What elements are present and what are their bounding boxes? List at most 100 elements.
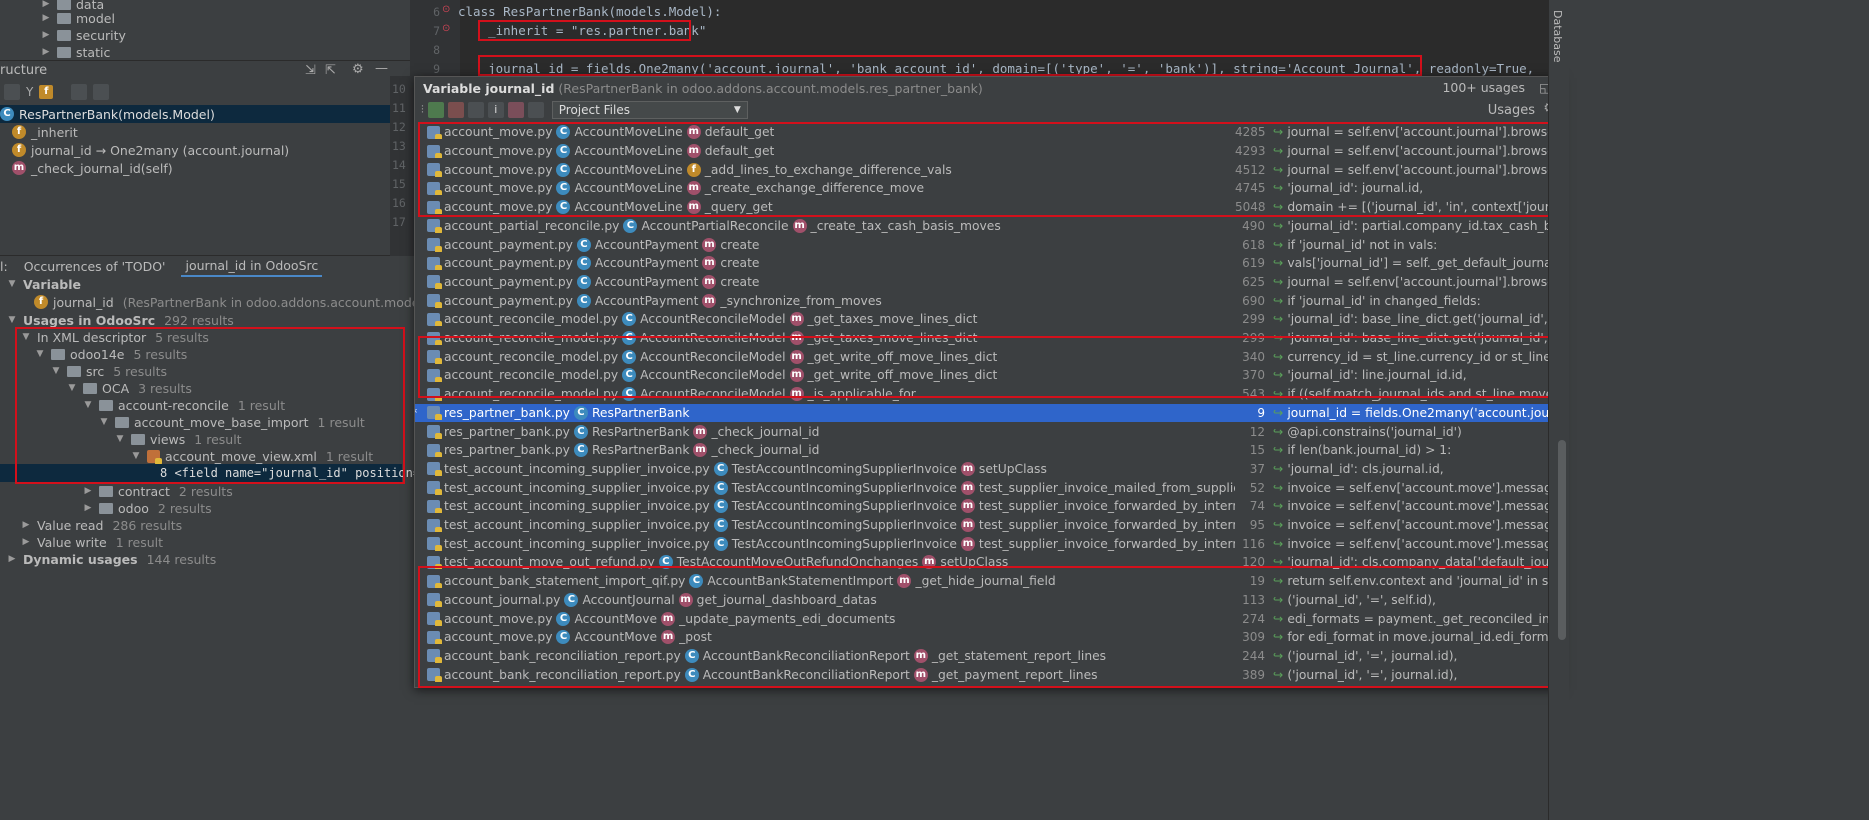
tree-account-reconcile[interactable]: ▼ account-reconcile 1 result xyxy=(82,396,286,414)
structure-member-check-journal[interactable]: m _check_journal_id(self) xyxy=(12,159,173,177)
usages-popup[interactable]: Variable journal_id (ResPartnerBank in o… xyxy=(414,76,1565,688)
tree-account-move-base-import[interactable]: ▼ account_move_base_import 1 result xyxy=(98,413,365,431)
tab-journal-id-in-odoosrc[interactable]: journal_id in OdooSrc xyxy=(181,256,323,277)
tree-account-move-view-xml[interactable]: ▼ account_move_view.xml 1 result xyxy=(130,447,373,465)
merge-icon[interactable]: ⫶ xyxy=(421,103,424,117)
tab-occurrences-todo[interactable]: Occurrences of 'TODO' xyxy=(24,259,166,274)
usage-row[interactable]: account_bank_reconciliation_report.py C Ac… xyxy=(415,647,1561,666)
usage-row[interactable]: account_move.py C AccountMoveLine m _create_… xyxy=(415,179,1561,198)
usage-file: account_bank_reconciliation_report.py xyxy=(444,648,681,663)
tree-oca[interactable]: ▼ OCA 3 results xyxy=(66,379,192,397)
chevron-down-icon[interactable]: ▼ xyxy=(6,315,18,325)
usage-row[interactable]: account_move.py C AccountMoveLine f _add_lin… xyxy=(415,160,1561,179)
usage-row[interactable]: account_payment.py C AccountPayment m _synch… xyxy=(415,291,1561,310)
usage-row[interactable]: account_reconcile_model.py C AccountReconc… xyxy=(415,329,1561,348)
usage-row[interactable]: account_payment.py C AccountPayment m create… xyxy=(415,273,1561,292)
override-icon[interactable]: ⊙ xyxy=(442,4,450,15)
usage-row[interactable]: test_account_incoming_supplier_invoice.p… xyxy=(415,460,1561,479)
tree-variable[interactable]: ▼ Variable xyxy=(6,275,82,293)
database-tab[interactable]: Database xyxy=(1551,10,1564,63)
chevron-down-icon[interactable]: ▼ xyxy=(82,400,94,410)
show-inherited-icon[interactable] xyxy=(71,84,88,100)
chevron-right-icon[interactable]: ▶ xyxy=(6,554,18,564)
tree-item-model[interactable]: ▶ model xyxy=(40,9,115,27)
usage-row[interactable]: test_account_incoming_supplier_invoice.p… xyxy=(415,497,1561,516)
usage-row[interactable]: res_partner_bank.py C ResPartnerBank 9 ↪ jour… xyxy=(415,403,1561,423)
usage-row[interactable]: account_journal.py C AccountJournal m get_jo… xyxy=(415,591,1561,610)
filter-icon[interactable]: Y xyxy=(26,85,33,99)
chevron-down-icon[interactable]: ▼ xyxy=(6,279,18,289)
usage-row[interactable]: account_move.py C AccountMoveLine m _query_g… xyxy=(415,198,1561,217)
show-read-icon[interactable] xyxy=(427,102,444,118)
usage-row[interactable]: test_account_incoming_supplier_invoice.p… xyxy=(415,534,1561,553)
usage-row[interactable]: account_reconcile_model.py C AccountReconc… xyxy=(415,385,1561,404)
tree-odoo[interactable]: ▶ odoo 2 results xyxy=(82,499,212,517)
autoscroll-icon[interactable] xyxy=(93,84,110,100)
scope-select[interactable]: Project Files ▼ xyxy=(551,101,748,119)
minimize-icon[interactable]: — xyxy=(375,61,388,76)
usage-row[interactable]: account_move.py C AccountMoveLine m default_… xyxy=(415,142,1561,161)
chevron-down-icon[interactable]: ▼ xyxy=(20,332,32,342)
usage-class: AccountReconcileModel xyxy=(640,349,786,364)
code-editor[interactable]: 6 7 8 9 ⊙ ⊙ class ResPartnerBank(models.… xyxy=(410,0,1548,76)
preview-icon[interactable] xyxy=(507,102,524,118)
usage-row[interactable]: account_bank_reconciliation_report.py C Ac… xyxy=(415,665,1561,684)
tree-dynamic-usages[interactable]: ▶ Dynamic usages 144 results xyxy=(6,550,217,568)
chevron-right-icon[interactable]: ▶ xyxy=(82,503,94,513)
structure-class-row[interactable]: C ResPartnerBank(models.Model) xyxy=(0,105,410,123)
usage-row[interactable]: res_partner_bank.py C ResPartnerBank m _chec… xyxy=(415,422,1561,441)
chevron-right-icon[interactable]: ▶ xyxy=(40,30,52,40)
usage-row[interactable]: account_bank_statement_import_qif.py C Acc… xyxy=(415,572,1561,591)
method-icon: m xyxy=(960,536,975,551)
collapse-all-icon[interactable]: ⇱ xyxy=(325,63,336,78)
usage-row[interactable]: account_reconcile_model.py C AccountReconc… xyxy=(415,347,1561,366)
chevron-down-icon[interactable]: ▼ xyxy=(34,349,46,359)
chevron-down-icon[interactable]: ▼ xyxy=(66,383,78,393)
usage-row[interactable]: account_reconcile_model.py C AccountReconc… xyxy=(415,310,1561,329)
structure-member-inherit[interactable]: f _inherit xyxy=(12,123,78,141)
tree-value-write[interactable]: ▶ Value write 1 result xyxy=(20,533,164,551)
usage-row[interactable]: account_partial_reconcile.py C AccountPart… xyxy=(415,217,1561,236)
group-folder-icon[interactable] xyxy=(467,102,484,118)
settings-panel-icon[interactable] xyxy=(527,102,544,118)
chevron-right-icon[interactable]: ▶ xyxy=(40,47,52,57)
usage-row[interactable]: account_reconcile_model.py C AccountReconc… xyxy=(415,366,1561,385)
tree-views[interactable]: ▼ views 1 result xyxy=(114,430,242,448)
override-icon[interactable]: ⊙ xyxy=(442,23,450,34)
scrollbar[interactable] xyxy=(1558,440,1566,640)
chevron-down-icon[interactable]: ▼ xyxy=(98,417,110,427)
chevron-down-icon[interactable]: ▼ xyxy=(114,434,126,444)
chevron-right-icon[interactable]: ▶ xyxy=(20,520,32,530)
expand-all-icon[interactable]: ⇲ xyxy=(305,63,316,78)
sort-icon[interactable] xyxy=(4,84,20,100)
structure-member-journal-id[interactable]: f journal_id → One2many (account.journal) xyxy=(12,141,289,159)
chevron-right-icon[interactable]: ▶ xyxy=(82,486,94,496)
usage-row[interactable]: res_partner_bank.py C ResPartnerBank m _chec… xyxy=(415,441,1561,460)
usage-row[interactable]: account_move.py C AccountMoveLine m default_… xyxy=(415,123,1561,142)
tree-xml-usage-line[interactable]: 8 <field name="journal_id" position="aft… xyxy=(0,464,478,482)
usage-row[interactable]: account_move.py C AccountMove m _post 309 ↪ for… xyxy=(415,628,1561,647)
tree-usages[interactable]: ▼ Usages in OdooSrc 292 results xyxy=(6,311,234,329)
tree-src[interactable]: ▼ src 5 results xyxy=(50,362,168,380)
tree-value-read[interactable]: ▶ Value read 286 results xyxy=(20,516,183,534)
usage-row[interactable]: account_payment.py C AccountPayment m create… xyxy=(415,254,1561,273)
tree-xml-descriptor[interactable]: ▼ In XML descriptor 5 results xyxy=(20,328,209,346)
chevron-down-icon[interactable]: ▼ xyxy=(130,451,142,461)
usage-row[interactable]: account_move.py C AccountMove m _update_paym… xyxy=(415,609,1561,628)
usage-row[interactable]: account_payment.py C AccountPayment m create… xyxy=(415,235,1561,254)
tree-odoo14e[interactable]: ▼ odoo14e 5 results xyxy=(34,345,188,363)
tree-contract[interactable]: ▶ contract 2 results xyxy=(82,482,233,500)
chevron-right-icon[interactable]: ▶ xyxy=(40,0,52,9)
chevron-down-icon[interactable]: ▼ xyxy=(50,366,62,376)
usage-row[interactable]: test_account_incoming_supplier_invoice.p… xyxy=(415,516,1561,535)
usage-row[interactable]: test_account_move_out_refund.py C TestAcco… xyxy=(415,553,1561,572)
tree-item-security[interactable]: ▶ security xyxy=(40,26,126,44)
chevron-right-icon[interactable]: ▶ xyxy=(20,537,32,547)
usage-row[interactable]: test_account_incoming_supplier_invoice.p… xyxy=(415,478,1561,497)
gear-icon[interactable]: ⚙ xyxy=(352,62,364,77)
show-fields-icon[interactable]: f xyxy=(39,85,54,99)
info-icon[interactable]: i xyxy=(487,102,504,118)
show-write-icon[interactable] xyxy=(447,102,464,118)
tree-item-static[interactable]: ▶ static xyxy=(40,43,111,61)
chevron-right-icon[interactable]: ▶ xyxy=(40,13,52,23)
